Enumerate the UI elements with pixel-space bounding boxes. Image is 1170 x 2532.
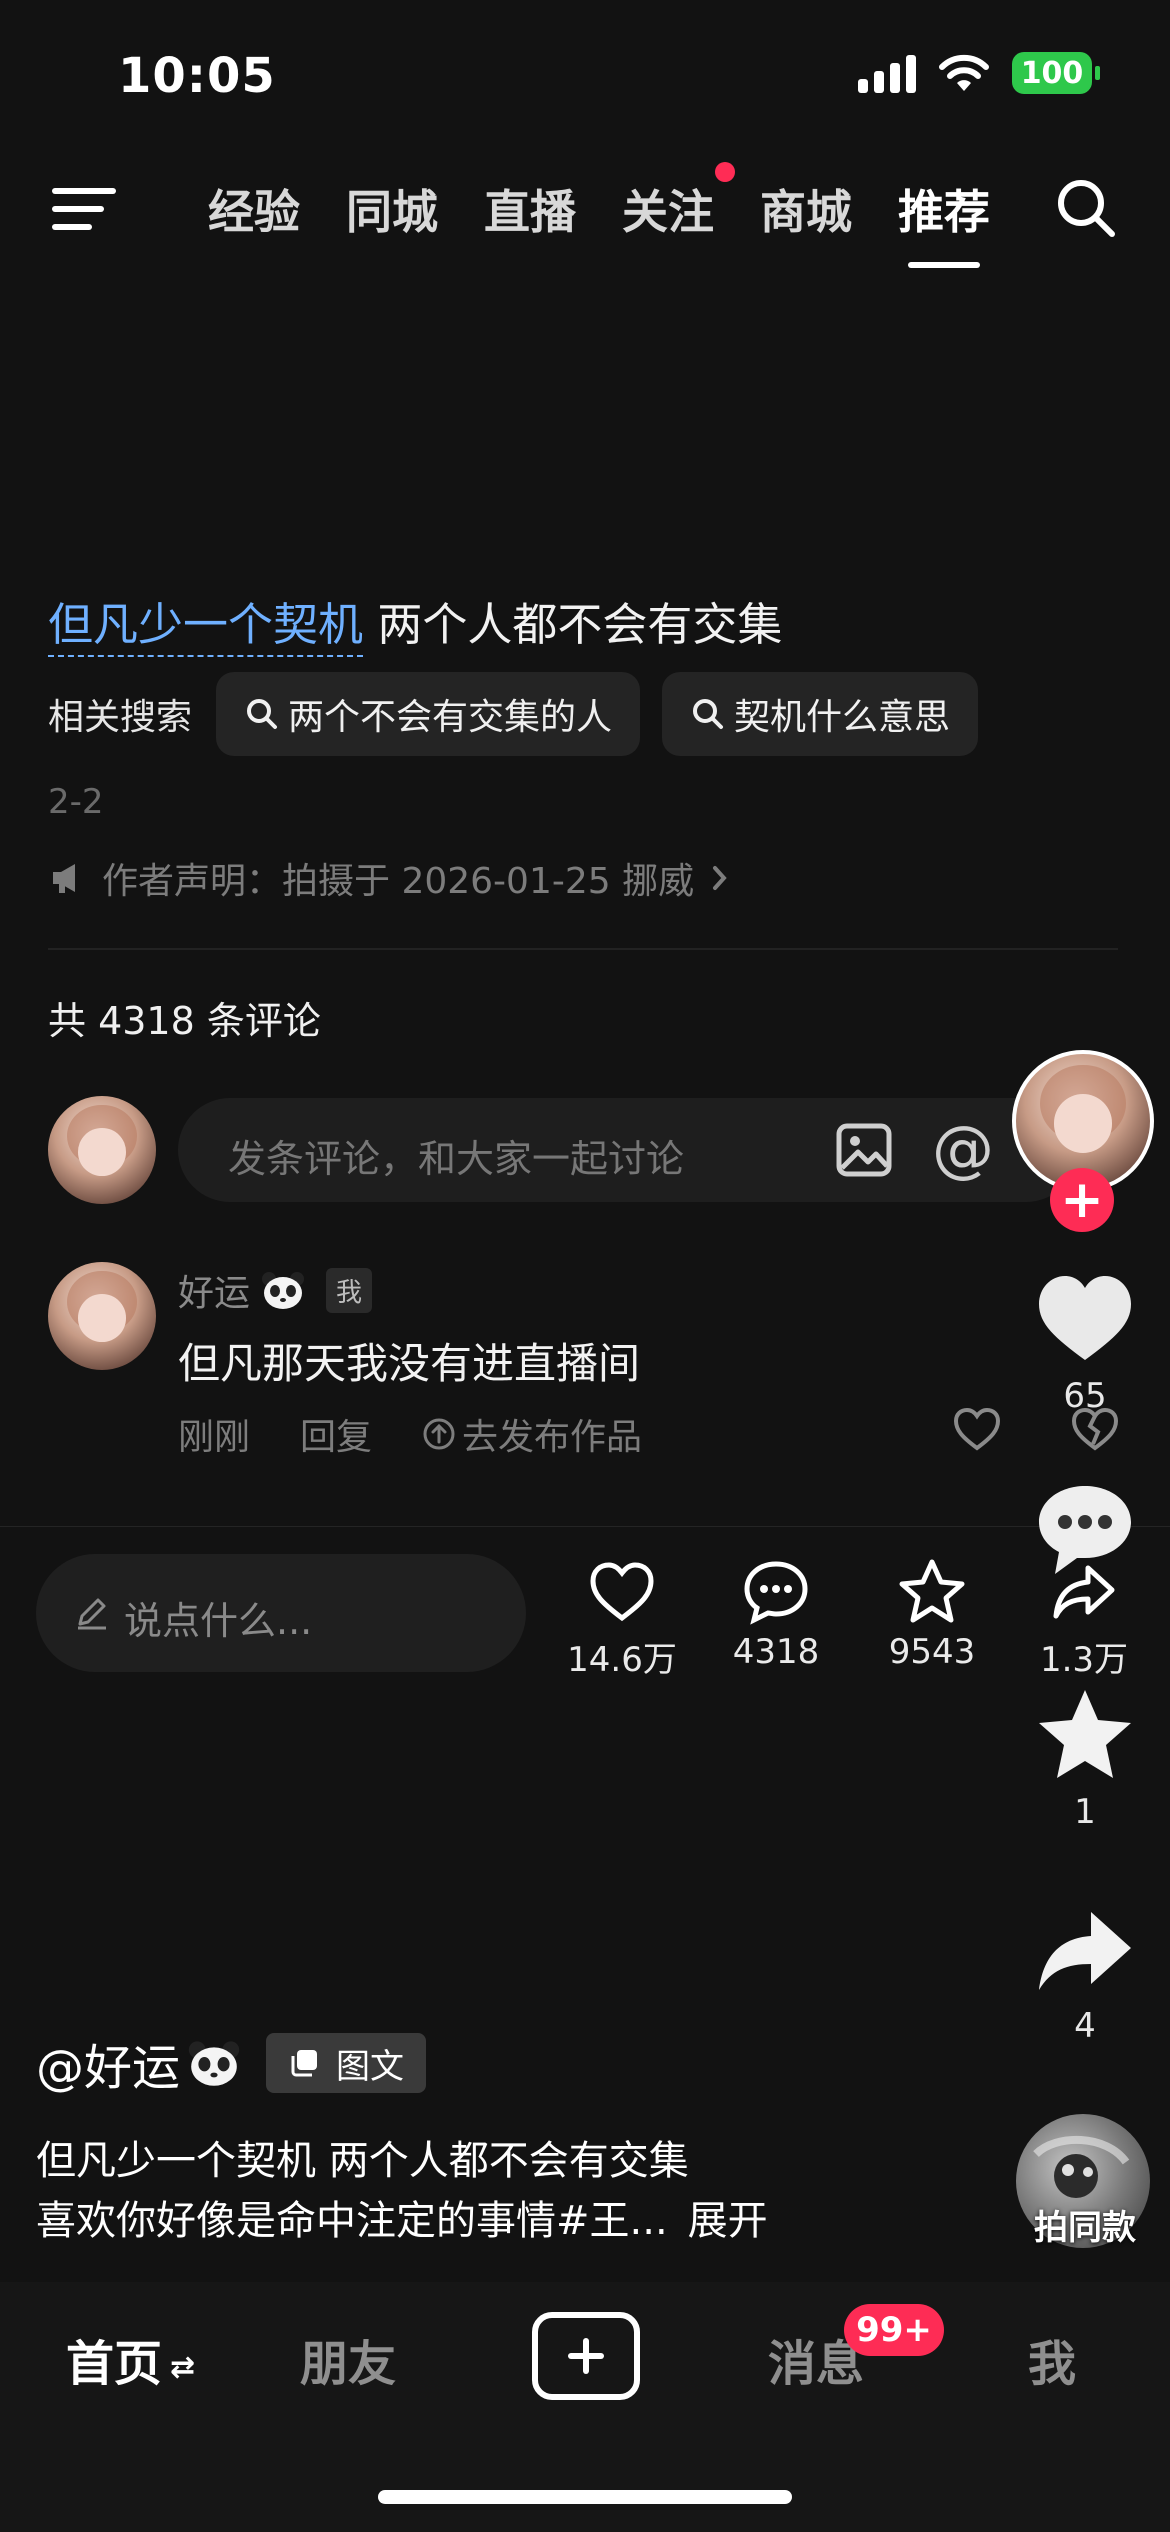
follow-button[interactable]: + [1050,1168,1114,1232]
avatar [48,1096,156,1204]
nav-home[interactable]: 首页 ⇄ [66,2324,195,2394]
search-icon [693,699,724,729]
expand-link[interactable]: 展开 [688,2198,768,2244]
like-action[interactable]: 14.6万 [562,1556,682,1681]
search-icon[interactable] [1054,176,1118,240]
related-chip[interactable]: 契机什么意思 [662,672,979,756]
comment-text: 但凡那天我没有进直播间 [178,1339,641,1388]
notification-dot [715,162,735,182]
tab-live[interactable]: 直播 [484,176,576,242]
comment-count: 共 4318 条评论 [48,999,321,1043]
page-indicator: 2-2 [48,782,104,822]
publish-work-link[interactable]: 去发布作品 [422,1408,692,1460]
caption-line-1: 但凡少一个契机 两个人都不会有交集 [36,2138,689,2184]
comment-avatar[interactable] [48,1262,156,1370]
author-declaration[interactable]: 作者声明：拍摄于 2026-01-25 挪威 [50,852,730,904]
create-button[interactable] [532,2312,640,2400]
same-style-label[interactable]: 拍同款 [1020,2200,1150,2249]
nav-me[interactable]: 我 [1028,2324,1076,2394]
tab-local[interactable]: 同城 [346,176,438,242]
favorite-action[interactable]: 9543 [872,1556,992,1672]
nav-friends[interactable]: 朋友 [300,2324,396,2394]
active-tab-indicator [908,262,980,268]
status-time: 10:05 [118,48,276,104]
heart-icon [1039,1276,1131,1360]
comment-time: 刚刚 [178,1417,251,1458]
related-chip[interactable]: 两个不会有交集的人 [216,672,641,756]
chevron-right-icon [713,866,727,890]
home-indicator [378,2490,792,2504]
rail-share[interactable]: 4 [1020,1906,1150,2046]
tab-following[interactable]: 关注 [622,176,714,242]
rail-share-count: 4 [1074,2006,1096,2046]
chip-label: 两个不会有交集的人 [288,697,613,738]
status-icons: 100 [858,52,1100,94]
wifi-icon [939,54,989,91]
star-outline-icon [899,1559,965,1623]
say-placeholder: 说点什么... [124,1599,313,1643]
title-highlight-link[interactable]: 但凡少一个契机 [48,598,364,657]
author-name[interactable]: @好运 图文 [36,2028,427,2098]
divider [48,948,1118,950]
share-count: 1.3万 [1039,1640,1129,1680]
divider [0,1526,1170,1527]
title-rest: 两个人都不会有交集 [377,598,783,651]
rail-comment[interactable] [1020,1480,1150,1580]
gallery-icon [291,2050,318,2077]
search-icon [247,699,278,729]
panda-emoji [188,2041,240,2086]
comment-input-placeholder: 发条评论，和大家一起讨论 [228,1137,685,1181]
favorite-count: 9543 [888,1632,976,1672]
tab-recommend[interactable]: 推荐 [898,176,990,242]
plus-icon [568,2338,604,2374]
megaphone-icon [53,864,75,893]
messages-badge: 99+ [844,2304,944,2356]
panda-emoji [262,1272,305,1309]
caption-line-2: 喜欢你好像是命中注定的事情#王... 展开 [36,2198,768,2244]
comment-icon [1039,1486,1131,1574]
comment-count-label: 4318 [732,1632,820,1672]
comment-like-icon[interactable] [952,1406,1002,1452]
image-text-tag: 图文 [266,2033,427,2093]
say-something-input[interactable]: 说点什么... [36,1554,526,1672]
comment-username[interactable]: 好运 我 [178,1264,373,1316]
related-searches: 相关搜索 两个不会有交集的人 契机什么意思 [48,672,979,756]
menu-icon[interactable] [52,182,116,238]
upload-icon [423,1418,455,1450]
mention-icon[interactable]: @ [932,1112,994,1185]
like-count: 14.6万 [567,1640,677,1680]
reply-button[interactable]: 回复 [300,1408,372,1460]
refresh-icon: ⇄ [170,2349,196,2385]
comment-input[interactable]: 发条评论，和大家一起讨论 @ [178,1098,1078,1202]
tab-mall[interactable]: 商城 [760,176,852,242]
signal-icon [858,53,916,93]
share-icon [1039,1912,1131,1990]
battery-icon: 100 [1012,52,1100,94]
rail-favorite[interactable]: 1 [1020,1686,1150,1832]
post-title: 但凡少一个契机 两个人都不会有交集 [48,588,783,657]
tab-experience[interactable]: 经验 [208,176,300,242]
related-label: 相关搜索 [48,697,193,738]
comment-bubble-icon [744,1561,808,1625]
rail-star-count: 1 [1074,1792,1096,1832]
star-icon [1039,1690,1131,1778]
comment-action[interactable]: 4318 [716,1556,836,1672]
heart-outline-icon [590,1562,654,1622]
comment-meta: 刚刚 回复 去发布作品 [178,1408,742,1460]
me-tag: 我 [326,1267,373,1313]
rail-like-count: 65 [1063,1376,1107,1416]
chip-label: 契机什么意思 [734,697,951,738]
rail-like[interactable]: 65 [1020,1270,1150,1416]
image-icon[interactable] [834,1120,894,1180]
declaration-text: 作者声明：拍摄于 2026-01-25 挪威 [102,861,695,902]
pen-icon [78,1598,106,1630]
